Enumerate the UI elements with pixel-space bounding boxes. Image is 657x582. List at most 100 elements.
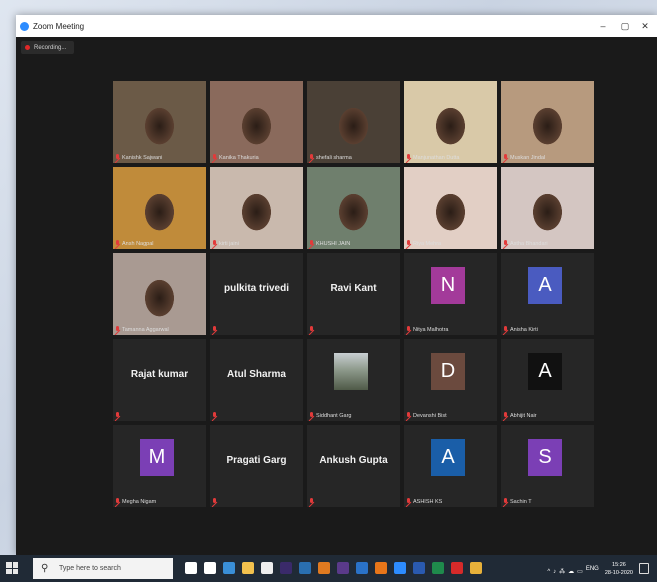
title-bar[interactable]: Zoom Meeting – ▢ ✕ [16,15,657,37]
muted-mic-icon [212,326,217,333]
minimize-button[interactable]: – [593,15,613,37]
edge-icon[interactable] [223,562,235,574]
notification-icon[interactable] [639,563,649,574]
participant-name: shefali sharma [316,154,352,161]
participant-name-label: Riya Mehra [406,239,441,248]
clock-date: 28-10-2020 [604,569,633,576]
tray-icon[interactable]: ☁ [568,569,574,575]
participant-name-label [309,325,316,334]
participant-display-name: Pragati Garg [226,455,287,466]
participant-tile[interactable]: Tamanna Aggarwal [113,253,206,335]
participant-name-label: Tamanna Aggarwal [115,325,169,334]
participant-tile[interactable]: Ravi Kant [307,253,400,335]
firefox-icon[interactable] [375,562,387,574]
participant-name: Abhijit Nair [510,412,537,419]
participant-tile[interactable]: Atul Sharma [210,339,303,421]
participant-name: Devanshi Bist [413,412,447,419]
participant-name: Ansh Nagpal [122,240,154,247]
word-icon[interactable] [413,562,425,574]
premiere-icon[interactable] [337,562,349,574]
photoshop-icon[interactable] [299,562,311,574]
participant-name-label: Ansh Nagpal [115,239,154,248]
participant-tile[interactable]: pulkita trivedi [210,253,303,335]
participant-tile[interactable]: Kanika Thakuria [210,81,303,163]
muted-mic-icon [309,326,314,333]
participant-tile[interactable]: Manjunathan Dutta [404,81,497,163]
participant-tile[interactable]: Rajat kumar [113,339,206,421]
acrobat-icon[interactable] [451,562,463,574]
participant-tile[interactable]: A ASHISH KS [404,425,497,507]
participant-name-label: Siddhant Garg [309,411,351,420]
muted-mic-icon [212,498,217,505]
cortana-icon[interactable] [185,562,197,574]
tray-icon[interactable]: ♪ [553,569,556,575]
participant-tile[interactable]: Ankush Gupta [307,425,400,507]
participant-avatar: A [528,267,562,304]
participant-display-name: pulkita trivedi [223,283,289,294]
muted-mic-icon [115,326,120,333]
participant-tile[interactable]: A Anisha Kirti [501,253,594,335]
recording-label: Recording... [34,44,67,51]
store-icon[interactable] [261,562,273,574]
muted-mic-icon [212,154,217,161]
illustrator-icon[interactable] [318,562,330,574]
participant-video [307,167,400,249]
participant-tile[interactable]: KHUSHI JAIN [307,167,400,249]
muted-mic-icon [406,412,411,419]
tray-icon[interactable]: ⁂ [559,569,565,575]
after-effects-icon[interactable] [280,562,292,574]
participant-avatar: M [140,439,174,476]
participant-name-label [212,497,219,506]
participant-name-label: Nitya Malhotra [406,325,448,334]
gallery-view: Kanishk Sajwani Kanika Thakuria shefali sh… [98,81,594,510]
muted-mic-icon [309,412,314,419]
participant-tile[interactable]: Astha Bhandari [501,167,594,249]
muted-mic-icon [115,412,120,419]
participant-tile[interactable]: Ansh Nagpal [113,167,206,249]
maximize-button[interactable]: ▢ [615,15,635,37]
excel-icon[interactable] [432,562,444,574]
recording-indicator[interactable]: Recording... [21,41,74,54]
participant-profile-photo [334,353,368,390]
participant-name: Muskan Jindal [510,154,546,161]
language-indicator[interactable]: ENG [586,566,599,572]
participant-name-label: shefali sharma [309,153,352,162]
participant-tile[interactable]: A Abhijit Nair [501,339,594,421]
participant-name: Tamanna Aggarwal [122,326,169,333]
participant-tile[interactable]: S Sachin T [501,425,594,507]
participant-video [210,167,303,249]
participant-video [501,81,594,163]
participant-tile[interactable]: N Nitya Malhotra [404,253,497,335]
zoom-logo-icon [20,21,29,31]
search-placeholder: Type here to search [59,565,121,572]
participant-tile[interactable]: Muskan Jindal [501,81,594,163]
clock[interactable]: 15:26 28-10-2020 [605,561,633,577]
participant-tile[interactable]: Siddhant Garg [307,339,400,421]
participant-tile[interactable]: M Megha Nigam [113,425,206,507]
participant-tile[interactable]: D Devanshi Bist [404,339,497,421]
file-explorer-icon[interactable] [242,562,254,574]
close-button[interactable]: ✕ [635,15,655,37]
participant-name-label: kirti jaini [212,239,239,248]
tray-icon[interactable]: ^ [547,569,550,575]
participant-name: ASHISH KS [413,498,443,505]
tray-icon[interactable]: ▭ [577,569,583,575]
muted-mic-icon [406,498,411,505]
participant-video [113,167,206,249]
muted-mic-icon [503,326,508,333]
participant-tile[interactable]: Riya Mehra [404,167,497,249]
chrome-icon[interactable] [470,562,482,574]
zoom-icon[interactable] [394,562,406,574]
mail-icon[interactable] [356,562,368,574]
participant-name-label: Sachin T [503,497,532,506]
participant-name: Nitya Malhotra [413,326,449,333]
windows-start-icon[interactable] [6,562,18,574]
participant-tile[interactable]: shefali sharma [307,81,400,163]
muted-mic-icon [115,240,120,247]
taskbar-search-box[interactable]: ⚲ Type here to search [33,558,173,579]
participant-tile[interactable]: kirti jaini [210,167,303,249]
participant-tile[interactable]: Pragati Garg [210,425,303,507]
participant-avatar: S [528,439,562,476]
participant-tile[interactable]: Kanishk Sajwani [113,81,206,163]
task-view-icon[interactable] [204,562,216,574]
